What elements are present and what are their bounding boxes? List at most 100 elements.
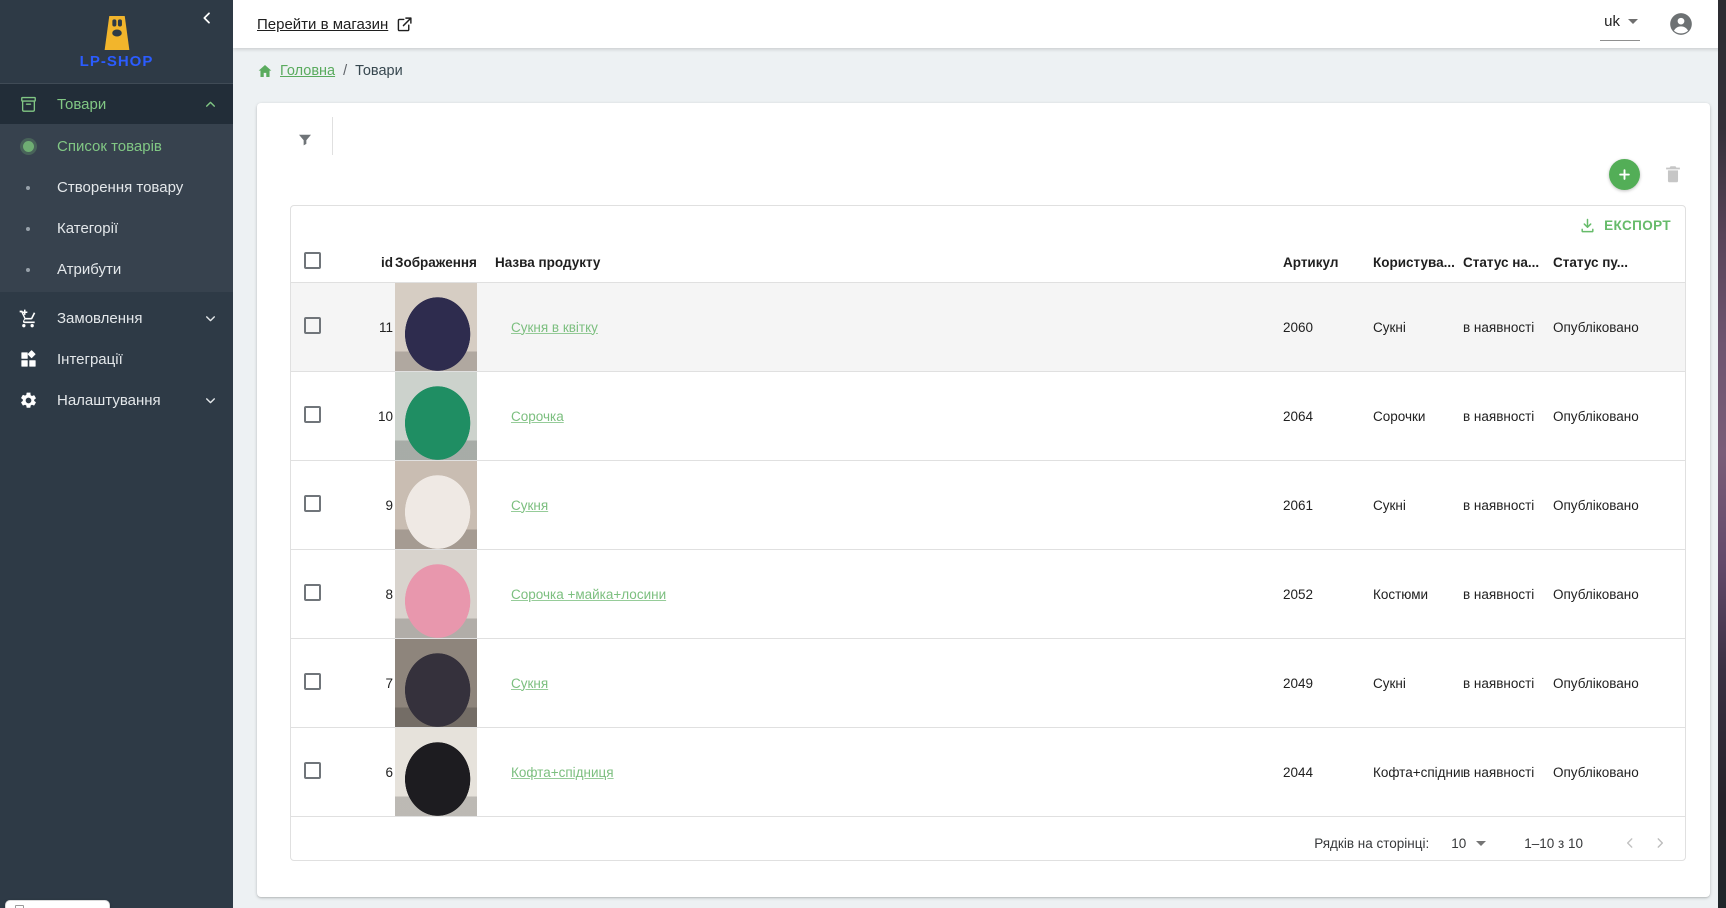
account-menu-button[interactable] <box>1668 11 1694 37</box>
cell-id: 9 <box>343 461 395 550</box>
products-table-card: ЕКСПОРТ id Зображення <box>290 205 1686 861</box>
sidebar-item-attributes[interactable]: Атрибути <box>0 249 233 290</box>
product-image[interactable] <box>395 728 477 816</box>
row-checkbox[interactable] <box>304 406 321 423</box>
table-row: 9 Сукня 2061 Сукні в наявності Опубліков… <box>291 461 1685 550</box>
row-checkbox[interactable] <box>304 584 321 601</box>
sidebar-item-categories[interactable]: Категорії <box>0 208 233 249</box>
header-sku: Артикул <box>1283 244 1373 283</box>
chevron-right-icon <box>1653 836 1667 850</box>
cell-id: 8 <box>343 550 395 639</box>
cell-sku: 2049 <box>1283 639 1373 728</box>
trash-icon <box>1662 163 1684 185</box>
select-all-checkbox[interactable] <box>304 252 321 269</box>
next-page-button[interactable] <box>1645 828 1675 858</box>
table-row: 7 Сукня 2049 Сукні в наявності Опубліков… <box>291 639 1685 728</box>
row-checkbox[interactable] <box>304 673 321 690</box>
add-product-button[interactable] <box>1609 159 1640 190</box>
product-name-link[interactable]: Сукня <box>511 498 548 513</box>
lp-shop-logo-icon <box>98 16 136 50</box>
cell-stock-status: в наявності <box>1463 639 1553 728</box>
row-checkbox[interactable] <box>304 495 321 512</box>
sidebar-item-products[interactable]: Товари <box>0 84 233 124</box>
export-button[interactable]: ЕКСПОРТ <box>1579 217 1671 234</box>
product-name-link[interactable]: Кофта+спідниця <box>511 765 614 780</box>
funnel-icon <box>296 131 314 149</box>
cell-stock-status: в наявності <box>1463 728 1553 817</box>
product-image[interactable] <box>395 372 477 460</box>
cell-category: Сорочки <box>1373 372 1463 461</box>
header-image: Зображення <box>395 244 495 283</box>
caret-down-icon <box>1476 841 1486 846</box>
go-to-shop-link[interactable]: Перейти в магазин <box>257 16 413 33</box>
previous-page-button[interactable] <box>1615 828 1645 858</box>
sidebar-item-integrations[interactable]: Інтеграції <box>0 339 233 380</box>
cell-category: Сукні <box>1373 283 1463 372</box>
delete-selected-button[interactable] <box>1662 163 1684 185</box>
cell-id: 10 <box>343 372 395 461</box>
products-card: ЕКСПОРТ id Зображення <box>257 103 1710 897</box>
cell-stock-status: в наявності <box>1463 461 1553 550</box>
sidebar-item-orders[interactable]: Замовлення <box>0 298 233 339</box>
filter-button[interactable] <box>290 125 320 155</box>
cell-sku: 2044 <box>1283 728 1373 817</box>
table-row: 10 Сорочка 2064 Сорочки в наявності Опуб… <box>291 372 1685 461</box>
breadcrumb: Головна / Товари <box>257 58 1710 84</box>
cell-publish-status: Опубліковано <box>1553 461 1685 550</box>
chevron-left-icon <box>199 10 215 26</box>
bullet-icon <box>16 268 40 272</box>
cell-publish-status: Опубліковано <box>1553 639 1685 728</box>
language-select[interactable]: uk <box>1600 7 1640 41</box>
external-link-icon <box>396 16 413 33</box>
sidebar-item-product-create[interactable]: Створення товару <box>0 167 233 208</box>
gear-icon <box>16 391 40 410</box>
sidebar-item-label: Налаштування <box>57 392 204 409</box>
active-bullet-icon <box>16 141 40 152</box>
cell-id: 11 <box>343 283 395 372</box>
product-image[interactable] <box>395 461 477 549</box>
submenu-item-label: Створення товару <box>57 179 183 196</box>
cell-publish-status: Опубліковано <box>1553 283 1685 372</box>
header-stock-status: Статус на... <box>1463 244 1553 283</box>
sidebar-item-product-list[interactable]: Список товарів <box>0 126 233 167</box>
product-image[interactable] <box>395 283 477 371</box>
product-name-link[interactable]: Сукня в квітку <box>511 320 598 335</box>
export-label: ЕКСПОРТ <box>1604 218 1671 233</box>
product-name-link[interactable]: Сорочка +майка+лосини <box>511 587 666 602</box>
products-submenu: Список товарів Створення товару Категорі… <box>0 124 233 292</box>
logo-block: LP-SHOP <box>0 0 233 84</box>
caret-down-icon <box>1628 19 1638 24</box>
widgets-icon <box>16 350 40 369</box>
row-checkbox[interactable] <box>304 762 321 779</box>
product-image[interactable] <box>395 639 477 727</box>
rows-per-page-select[interactable]: 10 <box>1451 836 1486 851</box>
pagination: Рядків на сторінці: 10 1–10 з 10 <box>291 817 1685 861</box>
page-content: Головна / Товари <box>233 48 1726 908</box>
product-name-link[interactable]: Сорочка <box>511 409 564 424</box>
sidebar-item-label: Замовлення <box>57 310 204 327</box>
sidebar-collapse-button[interactable] <box>197 8 217 28</box>
plus-icon <box>1617 167 1632 182</box>
table-header-row: id Зображення Назва продукту Артикул Кор… <box>291 244 1685 283</box>
cell-publish-status: Опубліковано <box>1553 372 1685 461</box>
sidebar-item-label: Товари <box>57 96 204 113</box>
cell-publish-status: Опубліковано <box>1553 728 1685 817</box>
cell-category: Кофта+спідниц <box>1373 728 1463 817</box>
cell-publish-status: Опубліковано <box>1553 550 1685 639</box>
pagination-range: 1–10 з 10 <box>1524 836 1583 851</box>
sidebar-item-settings[interactable]: Налаштування <box>0 380 233 421</box>
right-edge-artifact <box>1718 0 1726 908</box>
language-value: uk <box>1604 13 1620 30</box>
products-box-icon <box>16 95 40 114</box>
table-row: 11 Сукня в квітку 2060 Сукні в наявності… <box>291 283 1685 372</box>
cell-stock-status: в наявності <box>1463 550 1553 639</box>
row-checkbox[interactable] <box>304 317 321 334</box>
product-image[interactable] <box>395 550 477 638</box>
table-row: 6 Кофта+спідниця 2044 Кофта+спідниц в на… <box>291 728 1685 817</box>
filter-row <box>257 103 1710 155</box>
breadcrumb-home-link[interactable]: Головна <box>257 63 335 79</box>
product-name-link[interactable]: Сукня <box>511 676 548 691</box>
breadcrumb-separator: / <box>343 63 347 79</box>
cell-sku: 2061 <box>1283 461 1373 550</box>
submenu-item-label: Атрибути <box>57 261 121 278</box>
